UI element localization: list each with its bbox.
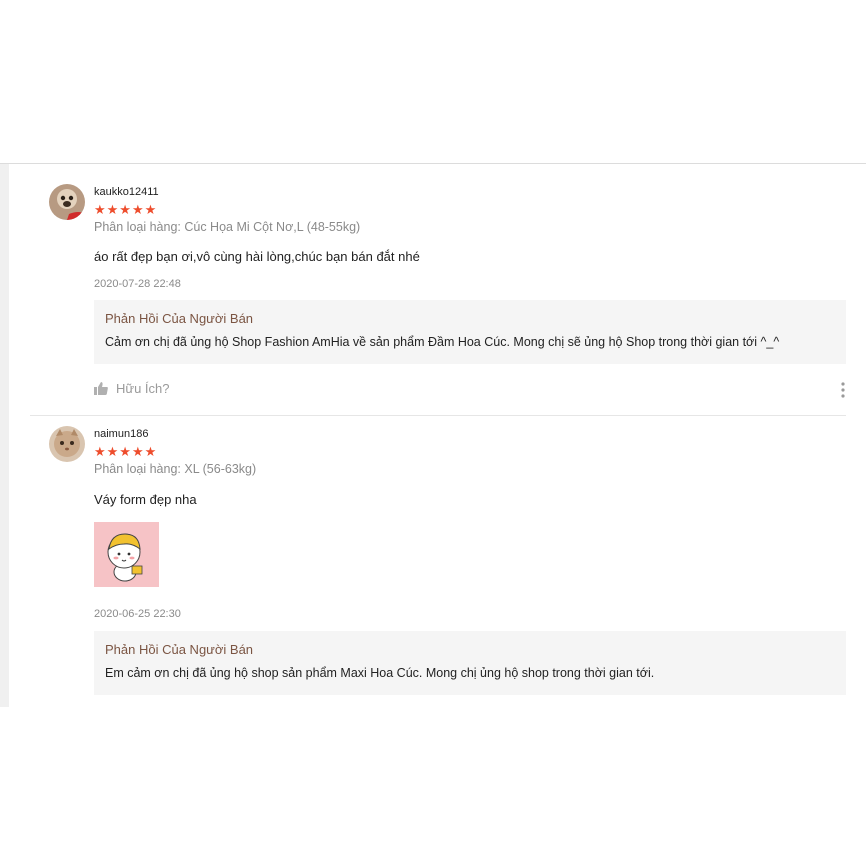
username[interactable]: naimun186 bbox=[94, 428, 148, 440]
product-variation: Phân loại hàng: Cúc Họa Mi Cột Nơ,L (48-… bbox=[94, 220, 361, 234]
helpful-label: Hữu Ích? bbox=[116, 381, 170, 396]
more-options-button[interactable] bbox=[840, 382, 846, 398]
left-scroll-gutter bbox=[0, 164, 9, 707]
review-date: 2020-07-28 22:48 bbox=[94, 278, 181, 290]
thumbs-up-icon bbox=[94, 382, 108, 395]
seller-reply: Phản Hồi Của Người Bán Cảm ơn chị đã ủng… bbox=[94, 300, 846, 364]
username[interactable]: kaukko12411 bbox=[94, 186, 159, 198]
seller-reply-title: Phản Hồi Của Người Bán bbox=[105, 311, 254, 326]
user-avatar[interactable] bbox=[49, 184, 85, 220]
seller-reply-text: Cảm ơn chị đã ủng hộ Shop Fashion AmHia … bbox=[105, 335, 780, 349]
review-date: 2020-06-25 22:30 bbox=[94, 608, 181, 620]
review-comment: áo rất đẹp bạn ơi,vô cùng hài lòng,chúc … bbox=[94, 249, 420, 264]
helpful-button[interactable]: Hữu Ích? bbox=[94, 381, 170, 396]
seller-reply-title: Phản Hồi Của Người Bán bbox=[105, 642, 254, 657]
review-comment: Váy form đẹp nha bbox=[94, 492, 197, 507]
seller-reply: Phản Hồi Của Người Bán Em cảm ơn chị đã … bbox=[94, 631, 846, 695]
review-item: naimun186 ★★★★★ Phân loại hàng: XL (56-6… bbox=[30, 424, 846, 707]
seller-reply-text: Em cảm ơn chị đã ủng hộ shop sản phẩm Ma… bbox=[105, 666, 655, 680]
rating-stars: ★★★★★ bbox=[94, 202, 158, 217]
product-variation: Phân loại hàng: XL (56-63kg) bbox=[94, 462, 257, 476]
review-item: kaukko12411 ★★★★★ Phân loại hàng: Cúc Họ… bbox=[30, 182, 846, 416]
user-avatar[interactable] bbox=[49, 426, 85, 462]
more-vertical-icon bbox=[841, 382, 845, 398]
review-panel: kaukko12411 ★★★★★ Phân loại hàng: Cúc Họ… bbox=[0, 163, 866, 707]
rating-stars: ★★★★★ bbox=[94, 444, 158, 459]
review-photo[interactable] bbox=[94, 522, 159, 587]
